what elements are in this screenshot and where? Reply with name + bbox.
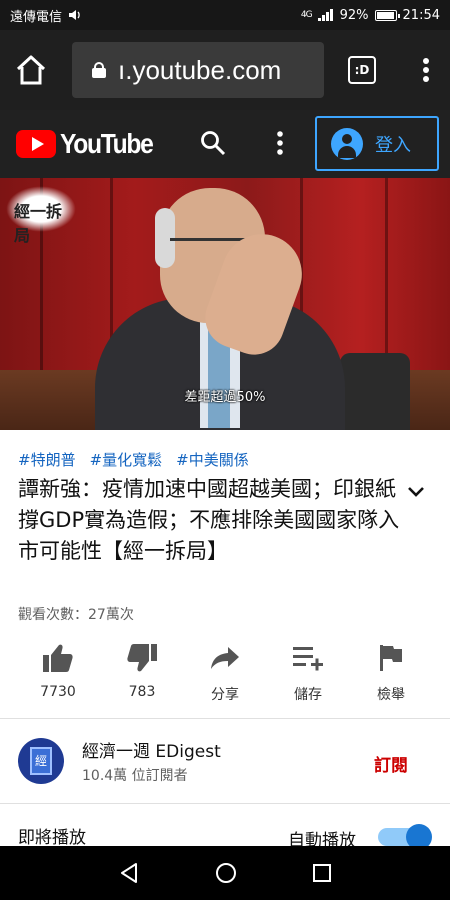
channel-avatar-text: 經: [30, 747, 52, 775]
report-button[interactable]: 檢舉: [351, 640, 431, 704]
share-label: 分享: [211, 687, 239, 703]
account-icon: [331, 127, 363, 160]
flag-icon: [380, 645, 402, 671]
video-player[interactable]: 經一拆局 差距超過50%: [0, 178, 450, 430]
share-button[interactable]: 分享: [185, 640, 265, 704]
up-next-heading: 即將播放: [18, 828, 86, 848]
battery-icon: [374, 9, 400, 21]
tab-switcher-button[interactable]: :D: [348, 56, 376, 84]
thumbs-down-icon: [127, 644, 157, 672]
subscriber-count: 10.4萬 位訂閱者: [82, 768, 188, 784]
hashtag-link[interactable]: #中美關係: [176, 449, 249, 470]
status-bar: 遠傳電信 4G 92% 21:54: [0, 0, 450, 30]
search-icon[interactable]: [200, 130, 226, 156]
dislike-button[interactable]: 783: [102, 640, 182, 700]
clock: 21:54: [402, 7, 440, 23]
url-text: ı.youtube.com: [118, 54, 282, 85]
hashtag-link[interactable]: #量化寬鬆: [90, 449, 163, 470]
channel-avatar[interactable]: 經: [18, 738, 64, 784]
save-label: 儲存: [294, 687, 322, 703]
like-count: 7730: [40, 684, 76, 700]
view-count: 觀看次數：27萬次: [18, 607, 134, 623]
channel-row[interactable]: 經 經濟一週 EDigest 10.4萬 位訂閱者 訂閱: [0, 719, 450, 803]
browser-menu-icon[interactable]: [422, 57, 430, 83]
chevron-down-icon[interactable]: [404, 480, 428, 504]
lock-icon: [92, 62, 106, 78]
home-icon[interactable]: [14, 54, 48, 86]
sign-in-button[interactable]: 登入: [315, 116, 439, 171]
subscribe-button[interactable]: 訂閱: [374, 751, 408, 776]
youtube-play-icon: [16, 130, 56, 158]
share-icon: [211, 647, 239, 669]
thumbs-up-icon: [43, 644, 73, 672]
back-icon[interactable]: [118, 862, 140, 884]
more-options-icon[interactable]: [276, 130, 284, 156]
system-nav-bar: [0, 846, 450, 900]
hashtag-link[interactable]: #特朗普: [18, 449, 76, 470]
channel-name[interactable]: 經濟一週 EDigest: [82, 737, 221, 762]
show-logo-stamp: 經一拆局: [6, 186, 76, 245]
sign-in-label: 登入: [375, 134, 411, 156]
youtube-header: YouTube 登入: [0, 110, 450, 178]
address-bar[interactable]: ı.youtube.com: [72, 42, 324, 98]
carrier-label: 遠傳電信: [10, 9, 63, 25]
recent-apps-icon[interactable]: [312, 863, 332, 883]
show-logo-text: 經一拆局: [14, 202, 63, 245]
like-button[interactable]: 7730: [18, 640, 98, 700]
video-subtitle: 差距超過50%: [184, 390, 266, 405]
youtube-wordmark: YouTube: [60, 128, 154, 159]
save-to-playlist-icon: [293, 647, 323, 671]
volume-icon: [69, 10, 80, 20]
signal-icon: [317, 9, 333, 21]
save-button[interactable]: 儲存: [268, 640, 348, 704]
autoplay-toggle[interactable]: [378, 824, 434, 850]
youtube-logo[interactable]: YouTube: [16, 128, 165, 160]
video-actions: 7730 783 分享 儲存 檢舉: [0, 640, 450, 718]
divider: [0, 803, 450, 804]
hashtag-list: #特朗普 #量化寬鬆 #中美關係: [18, 449, 249, 470]
video-title[interactable]: 譚新強：疫情加速中國超越美國；印銀紙撐GDP實為造假；不應排除美國國家隊入市可能…: [18, 474, 406, 567]
browser-toolbar: ı.youtube.com :D: [0, 30, 450, 110]
battery-fill: [376, 11, 394, 19]
battery-percent: 92%: [339, 7, 369, 23]
home-circle-icon[interactable]: [215, 862, 237, 884]
report-label: 檢舉: [377, 687, 405, 703]
network-type: 4G: [300, 10, 313, 20]
dislike-count: 783: [128, 684, 156, 700]
